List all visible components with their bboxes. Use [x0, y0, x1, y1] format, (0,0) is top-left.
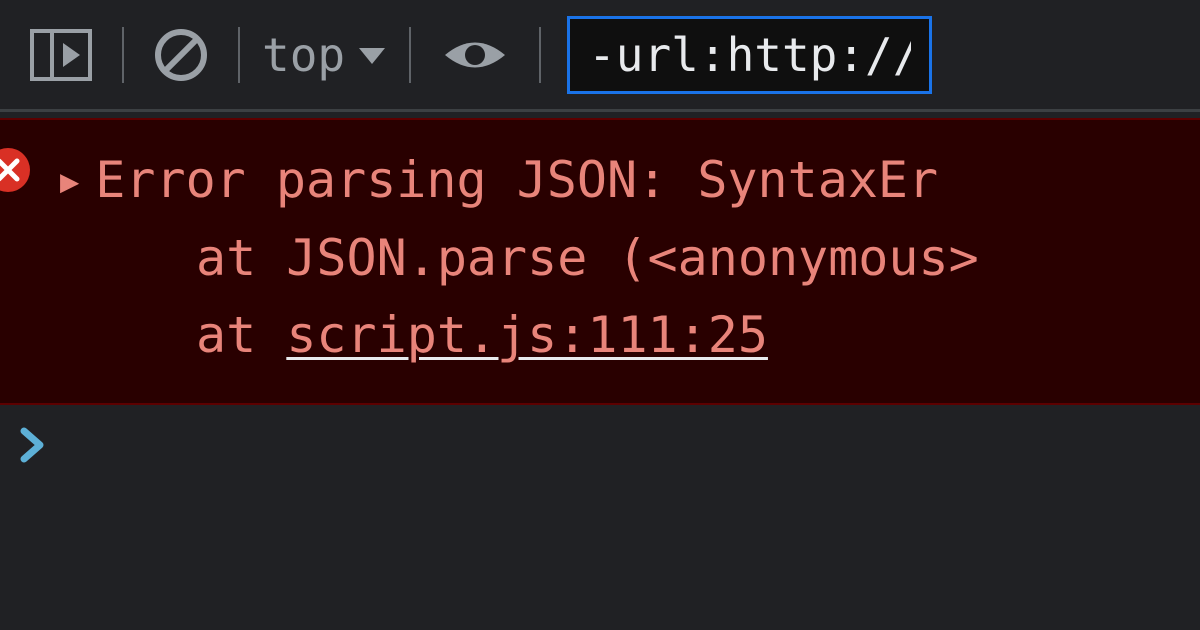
console-error-row[interactable]: ▶ Error parsing JSON: SyntaxEr at JSON.p…	[0, 118, 1200, 405]
chevron-down-icon	[357, 44, 387, 66]
clear-console-button[interactable]	[136, 20, 226, 90]
context-label: top	[262, 28, 345, 82]
toolbar-divider	[238, 27, 240, 83]
live-expression-button[interactable]	[423, 25, 527, 85]
prompt-chevron-icon	[18, 425, 48, 465]
expand-arrow-icon[interactable]: ▶	[60, 162, 79, 200]
console-toolbar: top	[0, 0, 1200, 112]
clear-icon	[154, 28, 208, 82]
stack-at-text: at	[196, 306, 286, 364]
toolbar-divider	[539, 27, 541, 83]
toolbar-divider	[409, 27, 411, 83]
error-content: ▶ Error parsing JSON: SyntaxEr at JSON.p…	[30, 142, 1200, 375]
script-source-link[interactable]: script.js:111:25	[286, 306, 768, 364]
error-stack-line: at script.js:111:25	[60, 297, 1200, 375]
eye-icon	[441, 33, 509, 77]
close-x-icon	[0, 157, 21, 183]
error-stack-line: at JSON.parse (<anonymous>	[60, 220, 1200, 298]
console-prompt-row[interactable]	[0, 405, 1200, 485]
error-message-line: ▶ Error parsing JSON: SyntaxEr	[60, 142, 1200, 220]
toggle-sidebar-button[interactable]	[12, 21, 110, 89]
panel-toggle-icon	[30, 29, 92, 81]
error-message-text: Error parsing JSON: SyntaxEr	[95, 142, 938, 220]
error-icon	[0, 148, 30, 192]
toolbar-divider	[122, 27, 124, 83]
filter-input[interactable]	[567, 16, 932, 94]
context-selector[interactable]: top	[252, 20, 397, 90]
